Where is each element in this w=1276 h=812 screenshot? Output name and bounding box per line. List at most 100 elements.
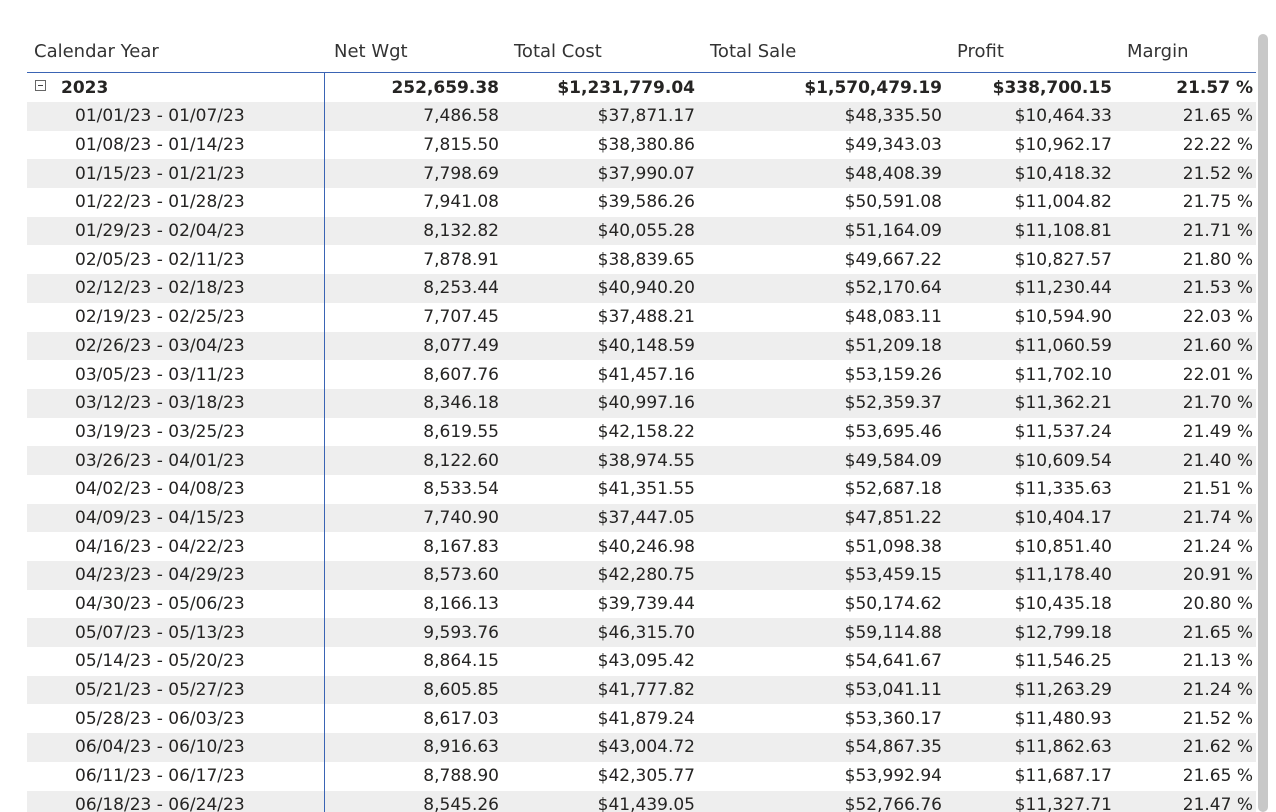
profit-cell: $10,418.32 <box>1014 163 1112 184</box>
net-wgt-cell: 7,815.50 <box>423 135 499 156</box>
table-row[interactable]: 05/21/23 - 05/27/23 8,605.85 $41,777.82 $53… <box>27 675 1256 705</box>
total-sale-cell: $53,459.15 <box>844 565 942 586</box>
margin-cell: 20.91 % <box>1182 565 1253 586</box>
total-sale-cell: $51,098.38 <box>844 536 942 557</box>
table-row[interactable]: 04/02/23 - 04/08/23 8,533.54 $41,351.55 $52… <box>27 475 1256 504</box>
week-label: 01/15/23 - 01/21/23 <box>75 163 245 184</box>
total-cost-cell: $40,246.98 <box>597 536 695 557</box>
week-label: 03/19/23 - 03/25/23 <box>75 421 245 442</box>
profit-cell: $10,851.40 <box>1014 536 1112 557</box>
table-row[interactable]: 03/12/23 - 03/18/23 8,346.18 $40,997.16 $52… <box>27 388 1256 418</box>
table-row[interactable]: 03/26/23 - 04/01/23 8,122.60 $38,974.55 $49… <box>27 446 1256 475</box>
week-label: 01/01/23 - 01/07/23 <box>75 106 245 127</box>
total-row-label: 2023 <box>61 77 109 98</box>
table-row[interactable]: 01/15/23 - 01/21/23 7,798.69 $37,990.07 $48… <box>27 159 1256 189</box>
column-header-margin[interactable]: Margin <box>1127 30 1256 72</box>
week-label: 04/30/23 - 05/06/23 <box>75 594 245 615</box>
column-header-profit[interactable]: Profit <box>957 30 1127 72</box>
column-header-total-sale[interactable]: Total Sale <box>710 30 957 72</box>
total-sale-cell: $53,159.26 <box>844 364 942 385</box>
net-wgt-cell: 8,346.18 <box>423 393 499 414</box>
net-wgt-cell: 7,707.45 <box>423 307 499 328</box>
total-cost-cell: $39,739.44 <box>597 594 695 615</box>
table-row[interactable]: 05/28/23 - 06/03/23 8,617.03 $41,879.24 $53… <box>27 704 1256 733</box>
table-row[interactable]: 04/30/23 - 05/06/23 8,166.13 $39,739.44 $50… <box>27 590 1256 619</box>
profit-cell: $11,702.10 <box>1014 364 1112 385</box>
net-wgt-cell: 8,788.90 <box>423 766 499 787</box>
total-cost-cell: $37,990.07 <box>597 163 695 184</box>
table-row[interactable]: 06/18/23 - 06/24/23 8,545.26 $41,439.05 $52… <box>27 790 1256 812</box>
table-row[interactable]: 04/23/23 - 04/29/23 8,573.60 $42,280.75 $53… <box>27 561 1256 590</box>
table-row[interactable]: 03/05/23 - 03/11/23 8,607.76 $41,457.16 $53… <box>27 360 1256 389</box>
net-wgt-cell: 7,486.58 <box>423 106 499 127</box>
table-row[interactable]: 06/04/23 - 06/10/23 8,916.63 $43,004.72 $54… <box>27 733 1256 762</box>
table-row[interactable]: 03/19/23 - 03/25/23 8,619.55 $42,158.22 $53… <box>27 418 1256 447</box>
table-row[interactable]: 01/22/23 - 01/28/23 7,941.08 $39,586.26 $50… <box>27 188 1256 217</box>
profit-cell: $10,404.17 <box>1014 507 1112 528</box>
table-row[interactable]: 01/08/23 - 01/14/23 7,815.50 $38,380.86 $49… <box>27 131 1256 160</box>
table-row[interactable]: 04/09/23 - 04/15/23 7,740.90 $37,447.05 $47… <box>27 503 1256 533</box>
total-row-2023: 2023 252,659.38 $1,231,779.04 $1,570,479… <box>27 73 1256 102</box>
net-wgt-cell: 7,878.91 <box>423 249 499 270</box>
week-label: 03/12/23 - 03/18/23 <box>75 393 245 414</box>
profit-cell: $10,609.54 <box>1014 450 1112 471</box>
net-wgt-cell: 8,253.44 <box>423 278 499 299</box>
net-wgt-cell: 8,166.13 <box>423 594 499 615</box>
net-wgt-cell: 7,740.90 <box>423 507 499 528</box>
table-row[interactable]: 05/07/23 - 05/13/23 9,593.76 $46,315.70 $59… <box>27 618 1256 648</box>
table-row[interactable]: 02/26/23 - 03/04/23 8,077.49 $40,148.59 $51… <box>27 331 1256 361</box>
margin-cell: 20.80 % <box>1182 594 1253 615</box>
profit-cell: $10,962.17 <box>1014 135 1112 156</box>
table-row[interactable]: 02/19/23 - 02/25/23 7,707.45 $37,488.21 $48… <box>27 303 1256 332</box>
margin-cell: 21.60 % <box>1182 335 1253 356</box>
net-wgt-cell: 8,545.26 <box>423 794 499 812</box>
total-sale-cell: $51,209.18 <box>844 335 942 356</box>
net-wgt-cell: 8,132.82 <box>423 221 499 242</box>
week-label: 06/04/23 - 06/10/23 <box>75 737 245 758</box>
profit-cell: $11,687.17 <box>1014 766 1112 787</box>
total-cost-cell: $38,380.86 <box>597 135 695 156</box>
total-sale-cell: $51,164.09 <box>844 221 942 242</box>
table-row[interactable]: 02/05/23 - 02/11/23 7,878.91 $38,839.65 $49… <box>27 245 1256 274</box>
total-cost-cell: $39,586.26 <box>597 192 695 213</box>
total-net-wgt: 252,659.38 <box>391 77 499 98</box>
table-row[interactable]: 06/11/23 - 06/17/23 8,788.90 $42,305.77 $53… <box>27 762 1256 791</box>
collapse-icon[interactable] <box>35 80 46 91</box>
profit-cell: $11,862.63 <box>1014 737 1112 758</box>
week-label: 01/22/23 - 01/28/23 <box>75 192 245 213</box>
profit-cell: $12,799.18 <box>1014 622 1112 643</box>
net-wgt-cell: 8,619.55 <box>423 421 499 442</box>
table-row[interactable]: 02/12/23 - 02/18/23 8,253.44 $40,940.20 $52… <box>27 274 1256 303</box>
matrix-table: Calendar Year Net Wgt Total Cost Total S… <box>27 30 1256 812</box>
margin-cell: 21.75 % <box>1182 192 1253 213</box>
total-sale-cell: $50,174.62 <box>844 594 942 615</box>
total-sale-cell: $54,641.67 <box>844 651 942 672</box>
week-label: 04/02/23 - 04/08/23 <box>75 479 245 500</box>
total-cost-cell: $41,351.55 <box>597 479 695 500</box>
week-label: 05/07/23 - 05/13/23 <box>75 622 245 643</box>
total-cost-cell: $40,940.20 <box>597 278 695 299</box>
net-wgt-cell: 8,605.85 <box>423 680 499 701</box>
net-wgt-cell: 8,617.03 <box>423 708 499 729</box>
total-sale-cell: $49,667.22 <box>844 249 942 270</box>
vertical-scrollbar[interactable] <box>1258 34 1268 812</box>
total-cost-cell: $37,447.05 <box>597 507 695 528</box>
table-row[interactable]: 04/16/23 - 04/22/23 8,167.83 $40,246.98 $51… <box>27 532 1256 561</box>
column-header-total-cost[interactable]: Total Cost <box>514 30 710 72</box>
table-row[interactable]: 01/29/23 - 02/04/23 8,132.82 $40,055.28 $51… <box>27 216 1256 246</box>
total-cost-cell: $42,158.22 <box>597 421 695 442</box>
profit-cell: $10,435.18 <box>1014 594 1112 615</box>
table-row[interactable]: 05/14/23 - 05/20/23 8,864.15 $43,095.42 $54… <box>27 647 1256 676</box>
total-cost-cell: $40,055.28 <box>597 221 695 242</box>
margin-cell: 21.65 % <box>1182 622 1253 643</box>
profit-cell: $11,230.44 <box>1014 278 1112 299</box>
column-header-calendar-year[interactable]: Calendar Year <box>34 30 332 72</box>
margin-cell: 22.22 % <box>1182 135 1253 156</box>
week-label: 06/11/23 - 06/17/23 <box>75 766 245 787</box>
total-cost-cell: $41,777.82 <box>597 680 695 701</box>
week-label: 04/16/23 - 04/22/23 <box>75 536 245 557</box>
table-row[interactable]: 01/01/23 - 01/07/23 7,486.58 $37,871.17 $48… <box>27 102 1256 131</box>
net-wgt-cell: 8,573.60 <box>423 565 499 586</box>
column-header-net-wgt[interactable]: Net Wgt <box>334 30 508 72</box>
week-label: 02/05/23 - 02/11/23 <box>75 249 245 270</box>
